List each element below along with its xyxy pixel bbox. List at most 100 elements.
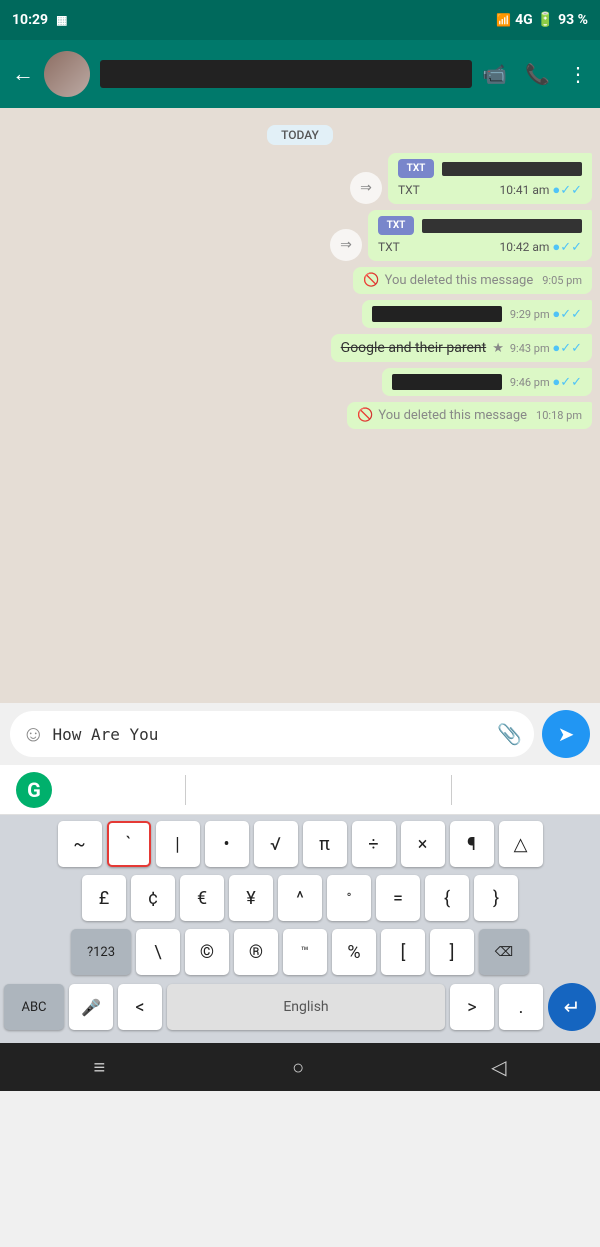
key-divide[interactable]: ÷ bbox=[352, 821, 396, 867]
file-type-label: TXT bbox=[378, 240, 400, 254]
file-name-redacted bbox=[422, 219, 582, 233]
key-percent[interactable]: % bbox=[332, 929, 376, 975]
menu-nav-icon[interactable]: ≡ bbox=[93, 1055, 105, 1080]
key-pound[interactable]: £ bbox=[82, 875, 126, 921]
battery-icon: 🔋 bbox=[537, 12, 554, 28]
key-pipe[interactable]: | bbox=[156, 821, 200, 867]
input-area: ☺ How Are You 📎 ➤ bbox=[0, 703, 600, 765]
key-period[interactable]: . bbox=[499, 984, 543, 1030]
key-rbracket[interactable]: ] bbox=[430, 929, 474, 975]
chat-area: TODAY ⇒ TXT TXT 10:41 am ●✓✓ ⇒ TXT TXT 1… bbox=[0, 108, 600, 703]
contact-name-redacted bbox=[100, 60, 472, 88]
key-greater-than[interactable]: > bbox=[450, 984, 494, 1030]
key-sqrt[interactable]: √ bbox=[254, 821, 298, 867]
key-backslash[interactable]: \ bbox=[136, 929, 180, 975]
date-badge: TODAY bbox=[8, 124, 592, 143]
keyboard-row-1: ~ ` | • √ π ÷ × ¶ △ bbox=[4, 821, 596, 867]
message-time: 9:46 pm ●✓✓ bbox=[510, 374, 582, 390]
deleted-message-bubble: 🚫 You deleted this message 9:05 pm bbox=[353, 267, 592, 294]
emoji-button[interactable]: ☺ bbox=[22, 721, 44, 747]
file-name-redacted bbox=[442, 162, 582, 176]
tick-icon: ●✓✓ bbox=[552, 183, 582, 198]
key-numeric[interactable]: ?123 bbox=[71, 929, 131, 975]
tick-icon: ●✓✓ bbox=[552, 307, 582, 322]
message-row: Google and their parent ★ 9:43 pm ●✓✓ bbox=[8, 334, 592, 362]
video-call-icon[interactable]: 📹 bbox=[482, 62, 507, 86]
key-cent[interactable]: ¢ bbox=[131, 875, 175, 921]
keyboard-row-3: ?123 \ © ® ™ % [ ] ⌫ bbox=[4, 929, 596, 975]
key-enter[interactable]: ↵ bbox=[548, 983, 596, 1031]
message-input-text[interactable]: How Are You bbox=[52, 725, 489, 744]
signal-icon: 📶 bbox=[496, 13, 511, 27]
forward-icon[interactable]: ⇒ bbox=[330, 229, 362, 261]
status-right: 📶 4G 🔋 93 % bbox=[496, 12, 588, 28]
key-yen[interactable]: ¥ bbox=[229, 875, 273, 921]
tick-icon: ●✓✓ bbox=[552, 375, 582, 390]
message-time: 9:05 pm bbox=[542, 274, 582, 287]
forward-icon[interactable]: ⇒ bbox=[350, 172, 382, 204]
message-row: 🚫 You deleted this message 10:18 pm bbox=[8, 402, 592, 429]
key-registered[interactable]: ® bbox=[234, 929, 278, 975]
back-button[interactable]: ← bbox=[12, 61, 34, 87]
message-row: 9:46 pm ●✓✓ bbox=[8, 368, 592, 396]
file-type-icon: TXT bbox=[398, 159, 434, 178]
delete-key[interactable]: ⌫ bbox=[479, 929, 529, 975]
key-multiply[interactable]: × bbox=[401, 821, 445, 867]
key-caret[interactable]: ^ bbox=[278, 875, 322, 921]
home-nav-icon[interactable]: ○ bbox=[292, 1055, 304, 1080]
key-euro[interactable]: € bbox=[180, 875, 224, 921]
message-input-box[interactable]: ☺ How Are You 📎 bbox=[10, 711, 534, 757]
message-time: 10:18 pm bbox=[536, 409, 582, 422]
tick-icon: ●✓✓ bbox=[552, 240, 582, 255]
send-button[interactable]: ➤ bbox=[542, 710, 590, 758]
voice-call-icon[interactable]: 📞 bbox=[525, 62, 550, 86]
key-backtick[interactable]: ` bbox=[107, 821, 151, 867]
key-lbrace[interactable]: { bbox=[425, 875, 469, 921]
message-time: 10:41 am ●✓✓ bbox=[499, 182, 582, 198]
grammarly-logo[interactable]: G bbox=[16, 772, 52, 808]
key-rbrace[interactable]: } bbox=[474, 875, 518, 921]
star-icon: ★ bbox=[492, 341, 504, 356]
app-bar-icons: 📹 📞 ⋮ bbox=[482, 62, 588, 86]
keyboard[interactable]: ~ ` | • √ π ÷ × ¶ △ £ ¢ € ¥ ^ ° = { } ?1… bbox=[0, 815, 600, 1043]
key-tilde[interactable]: ~ bbox=[58, 821, 102, 867]
message-time: 9:29 pm ●✓✓ bbox=[510, 306, 582, 322]
grammarly-bar: G bbox=[0, 765, 600, 815]
key-copyright[interactable]: © bbox=[185, 929, 229, 975]
date-label: TODAY bbox=[267, 125, 333, 145]
status-icons: ▦ bbox=[56, 13, 67, 27]
file-type-icon: TXT bbox=[378, 216, 414, 235]
key-degree[interactable]: ° bbox=[327, 875, 371, 921]
message-bubble: TXT TXT 10:42 am ●✓✓ bbox=[368, 210, 592, 261]
key-triangle[interactable]: △ bbox=[499, 821, 543, 867]
key-less-than[interactable]: < bbox=[118, 984, 162, 1030]
key-lbracket[interactable]: [ bbox=[381, 929, 425, 975]
keyboard-row-2: £ ¢ € ¥ ^ ° = { } bbox=[4, 875, 596, 921]
key-trademark[interactable]: ™ bbox=[283, 929, 327, 975]
key-pilcrow[interactable]: ¶ bbox=[450, 821, 494, 867]
message-bubble: Google and their parent ★ 9:43 pm ●✓✓ bbox=[331, 334, 592, 362]
avatar[interactable] bbox=[44, 51, 90, 97]
attach-button[interactable]: 📎 bbox=[497, 722, 522, 746]
grammarly-letter: G bbox=[27, 778, 41, 802]
ban-icon: 🚫 bbox=[357, 408, 373, 423]
divider bbox=[185, 775, 186, 805]
status-left: 10:29 ▦ bbox=[12, 12, 67, 28]
file-type-label: TXT bbox=[398, 183, 420, 197]
key-abc[interactable]: ABC bbox=[4, 984, 64, 1030]
key-space[interactable]: English bbox=[167, 984, 445, 1030]
strikethrough-text: Google and their parent bbox=[341, 340, 487, 356]
tick-icon: ●✓✓ bbox=[552, 341, 582, 356]
key-bullet[interactable]: • bbox=[205, 821, 249, 867]
back-nav-icon[interactable]: ◁ bbox=[491, 1055, 506, 1079]
key-mic[interactable]: 🎤 bbox=[69, 984, 113, 1030]
divider bbox=[451, 775, 452, 805]
key-equals[interactable]: = bbox=[376, 875, 420, 921]
ban-icon: 🚫 bbox=[363, 273, 379, 288]
deleted-text: You deleted this message bbox=[385, 273, 534, 288]
message-bubble: TXT TXT 10:41 am ●✓✓ bbox=[388, 153, 592, 204]
key-pi[interactable]: π bbox=[303, 821, 347, 867]
deleted-text: You deleted this message bbox=[378, 408, 527, 423]
redacted-text bbox=[372, 306, 502, 322]
more-options-icon[interactable]: ⋮ bbox=[568, 62, 588, 86]
